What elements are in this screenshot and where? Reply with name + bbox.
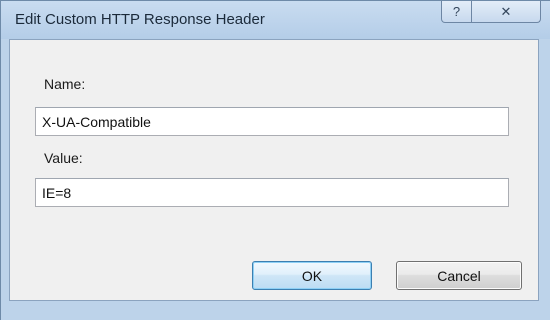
value-label: Value: [44,150,83,166]
dialog-body: Name: Value: OK Cancel [9,39,539,301]
dialog-window: Edit Custom HTTP Response Header ? ✕ Nam… [0,0,550,320]
help-icon: ? [452,4,461,19]
close-icon: ✕ [500,3,512,19]
help-button[interactable]: ? [441,1,472,23]
ok-button[interactable]: OK [252,261,372,290]
name-input[interactable] [35,107,509,136]
value-input[interactable] [35,178,509,207]
close-button[interactable]: ✕ [471,1,541,23]
title-bar[interactable]: Edit Custom HTTP Response Header ? ✕ [1,1,550,39]
dialog-title: Edit Custom HTTP Response Header [15,11,265,28]
cancel-button[interactable]: Cancel [396,261,522,290]
name-label: Name: [44,76,86,92]
